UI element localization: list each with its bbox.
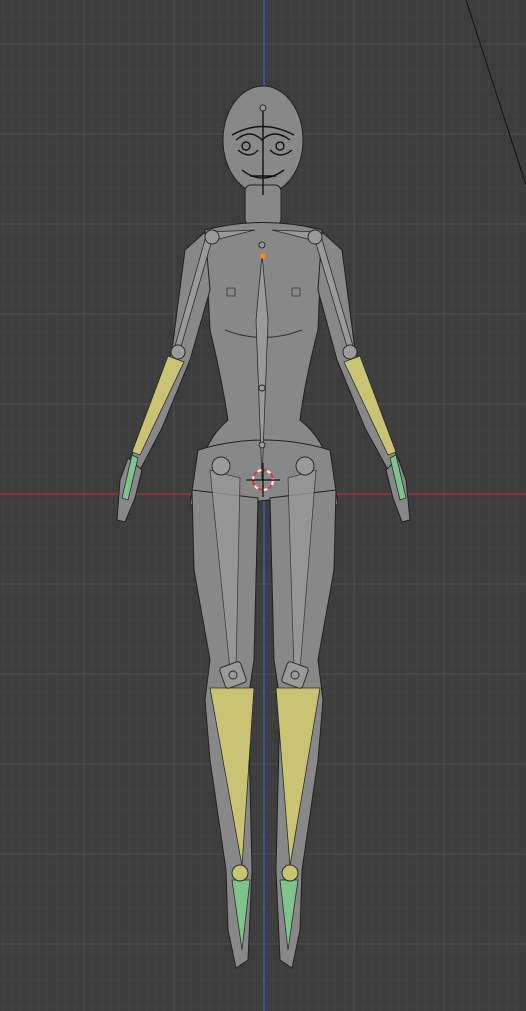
camera-frustum-line: [465, 0, 526, 186]
3d-viewport[interactable]: [0, 0, 526, 1011]
object-origin: [260, 253, 266, 259]
viewport-canvas[interactable]: [0, 0, 526, 1011]
